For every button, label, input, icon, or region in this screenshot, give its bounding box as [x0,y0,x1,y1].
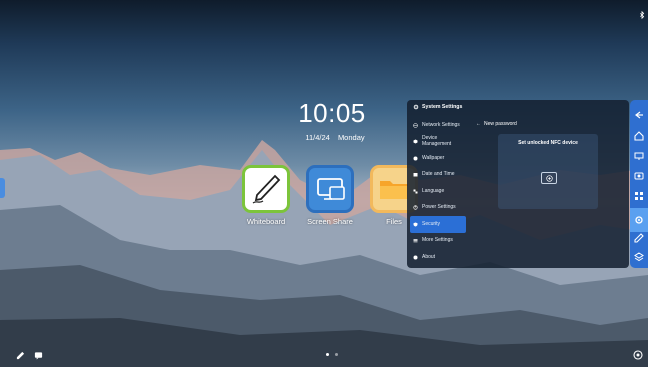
annotate-pen-icon[interactable] [633,232,645,244]
menu-item-label: Network Settings [422,121,460,128]
menu-item-label: Device Management [422,135,452,147]
nfc-device-card: Set unlocked NFC device [498,134,598,209]
screen-share-icon [306,165,354,213]
whiteboard-pen-icon [242,165,290,213]
gear-icon [413,104,419,110]
back-to-new-password[interactable]: ← New password [476,121,517,127]
panel-title: System Settings [413,104,462,110]
power-icon [413,205,418,210]
menu-item-device-management[interactable]: Device Management [410,134,466,151]
network-icon [413,123,418,128]
menu-item-label: Language [422,187,445,194]
more-icon [413,239,418,243]
menu-item-label: Security [422,220,441,227]
menu-item-more-settings[interactable]: More Settings [410,233,466,250]
pen-tool-icon[interactable] [15,350,25,360]
back-icon[interactable] [633,109,645,121]
device-icon [413,139,418,144]
menu-item-label: About [422,253,436,260]
plus-circle-icon [545,174,553,182]
clock-date: 11/4/24 Monday [280,133,390,142]
menu-item-power[interactable]: Power Settings [410,200,466,217]
page-dot[interactable] [335,353,338,356]
menu-item-label: Power Settings [422,204,456,210]
info-icon [413,255,418,260]
settings-gear-icon[interactable] [633,214,645,226]
layers-icon[interactable] [633,251,645,263]
back-label: New password [484,121,517,127]
home-icon[interactable] [633,130,645,142]
menu-item-network[interactable]: Network Settings [410,117,466,134]
app-whiteboard[interactable]: Whiteboard [238,165,294,226]
menu-item-wallpaper[interactable]: Wallpaper [410,150,466,167]
security-icon [413,222,418,227]
nfc-card-title: Set unlocked NFC device [518,140,578,146]
app-label: Screen Share [307,217,353,226]
app-label: Whiteboard [246,217,286,226]
add-nfc-device-button[interactable] [541,172,557,184]
page-dot-active[interactable] [326,353,329,356]
app-screen-share[interactable]: Screen Share [302,165,358,226]
wallpaper-icon [413,156,418,161]
left-drawer-handle[interactable] [0,178,5,198]
menu-item-language[interactable]: Language [410,183,466,200]
language-icon [413,189,418,194]
menu-item-label: More Settings [422,237,453,243]
page-indicator [326,353,338,356]
menu-item-label: Wallpaper [422,154,445,161]
panel-title-text: System Settings [422,104,463,110]
clock-time: 10:05 [298,98,366,128]
apps-grid-icon[interactable] [633,190,645,202]
weekday-text: Monday [337,133,365,142]
display-icon[interactable] [633,150,645,162]
desktop-screen: 10:05 11/4/24 Monday Whiteboard Screen S… [0,0,648,367]
menu-item-date-time[interactable]: Date and Time [410,167,466,184]
date-text: 11/4/24 [305,133,330,142]
settings-menu: Network Settings Device Management Wallp… [410,117,466,266]
system-settings-panel: System Settings Network Settings Device … [407,100,629,268]
menu-item-security[interactable]: Security [410,216,466,233]
screenshot-icon[interactable] [633,170,645,182]
bluetooth-status-icon[interactable] [637,10,647,20]
menu-item-label: Date and Time [422,171,455,177]
calendar-icon [413,173,418,177]
message-icon[interactable] [33,350,43,360]
settings-shortcut-icon[interactable] [633,350,643,360]
menu-item-about[interactable]: About [410,249,466,266]
back-arrow-icon: ← [476,121,481,127]
right-toolbar [630,100,648,268]
